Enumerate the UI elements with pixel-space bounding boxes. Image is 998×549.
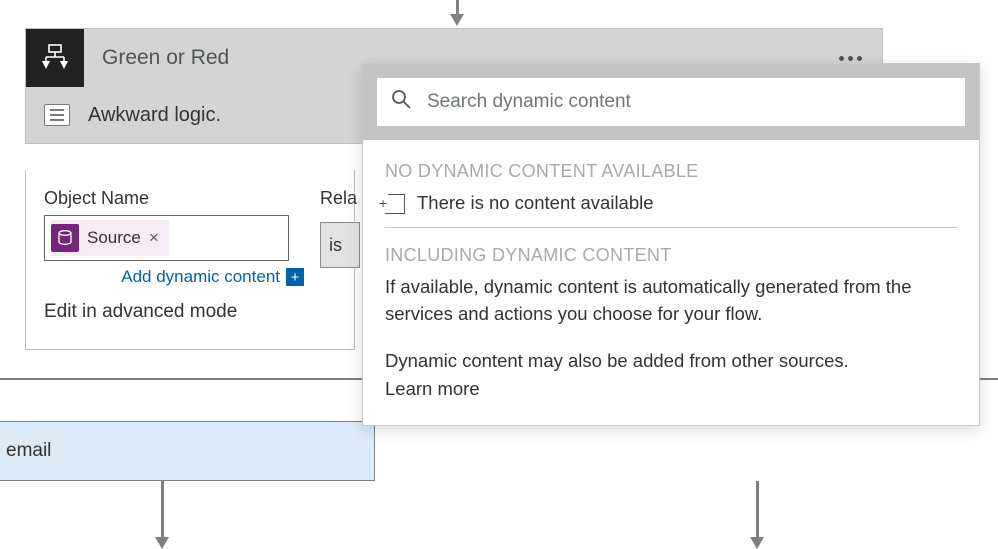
entity-icon — [51, 224, 79, 252]
branch-box-email[interactable]: email — [0, 421, 375, 481]
learn-more-link[interactable]: Learn more — [385, 376, 957, 403]
add-dc-text: Add dynamic content — [121, 267, 280, 287]
popup-search-area — [363, 64, 979, 140]
edit-advanced-mode-link[interactable]: Edit in advanced mode — [44, 301, 336, 323]
help-paragraph-2: Dynamic content may also be added from o… — [385, 348, 957, 375]
flow-arrow-right — [750, 481, 764, 537]
condition-icon — [26, 29, 84, 87]
branch-label: email — [6, 440, 51, 462]
flow-arrow-left — [155, 481, 169, 537]
search-input[interactable] — [425, 90, 951, 114]
token-label: Source — [87, 228, 141, 248]
search-box[interactable] — [377, 78, 965, 126]
token-remove[interactable]: × — [149, 228, 159, 248]
relationship-value: is — [329, 235, 342, 256]
help-paragraph-1: If available, dynamic content is automat… — [385, 274, 957, 328]
card-menu-button[interactable] — [839, 56, 882, 61]
dynamic-content-popup: NO DYNAMIC CONTENT AVAILABLE There is no… — [362, 63, 980, 426]
token-source[interactable]: Source × — [51, 220, 169, 256]
divider — [385, 227, 957, 228]
object-name-label: Object Name — [44, 188, 336, 209]
no-content-row: There is no content available — [385, 190, 957, 217]
including-header: INCLUDING DYNAMIC CONTENT — [385, 242, 957, 268]
relationship-select[interactable]: is — [320, 222, 360, 268]
search-icon — [391, 89, 411, 115]
card-subtitle: Awkward logic. — [88, 104, 221, 127]
add-box-icon — [385, 194, 405, 214]
condition-editor: Object Name Source × Add dynamic content… — [25, 170, 355, 350]
plus-icon: + — [286, 268, 304, 286]
note-icon — [44, 104, 70, 126]
flow-arrow-in — [450, 0, 464, 26]
add-dynamic-content-link[interactable]: Add dynamic content + — [44, 267, 304, 287]
relationship-label: Rela — [320, 188, 357, 209]
no-content-text: There is no content available — [417, 190, 654, 217]
object-name-input[interactable]: Source × — [44, 215, 289, 261]
no-content-header: NO DYNAMIC CONTENT AVAILABLE — [385, 158, 957, 184]
